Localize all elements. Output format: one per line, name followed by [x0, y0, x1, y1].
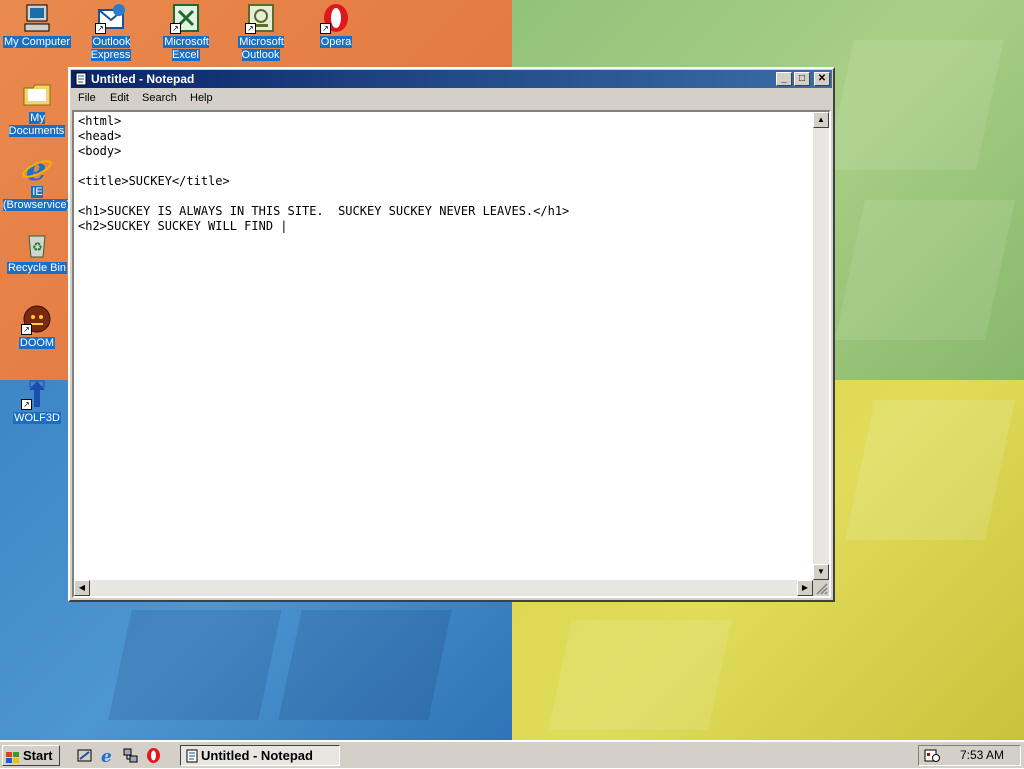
desktop-icon-wolf3d[interactable]: ↗ WOLF3D: [1, 378, 73, 425]
desktop-icon-my-computer[interactable]: My Computer: [1, 2, 73, 49]
desktop-icon-label: DOOM: [18, 337, 56, 349]
desktop-icon-outlook-express[interactable]: ↗ Outlook Express: [75, 2, 147, 62]
wallpaper-pane: [845, 400, 1015, 540]
notepad-icon: [185, 749, 199, 763]
desktop-icon-label: Opera: [319, 36, 353, 48]
desktop-icon-label: Microsoft Excel: [163, 36, 209, 61]
internet-explorer-icon: e: [21, 150, 53, 188]
maximize-button[interactable]: □: [794, 72, 810, 86]
taskbar-notepad-label: Untitled - Notepad: [201, 748, 313, 763]
desktop-icon-label: My Documents: [8, 112, 66, 137]
title-bar[interactable]: Untitled - Notepad _ □ ✕: [71, 70, 832, 88]
desktop-icon-microsoft-excel[interactable]: ↗ Microsoft Excel: [150, 2, 222, 62]
notepad-window[interactable]: Untitled - Notepad _ □ ✕ File Edit Searc…: [68, 67, 835, 602]
editor-content[interactable]: <html> <head> <body> <title>SUCKEY</titl…: [78, 114, 569, 234]
opera-icon[interactable]: [145, 747, 162, 764]
system-tray: 7:53 AM: [918, 745, 1021, 766]
horizontal-scrollbar[interactable]: ◀ ▶: [74, 580, 813, 596]
text-editor[interactable]: <html> <head> <body> <title>SUCKEY</titl…: [72, 110, 831, 598]
resize-grip-icon: [816, 583, 828, 595]
desktop-icon-my-documents[interactable]: My Documents: [1, 78, 73, 138]
arrow-left-icon: ◀: [78, 583, 86, 592]
shortcut-arrow-icon: ↗: [320, 23, 331, 34]
shortcut-arrow-icon: ↗: [95, 23, 106, 34]
desktop-icon-label: IE (Browservice): [2, 186, 72, 211]
menu-edit-label: Edit: [110, 92, 129, 104]
shortcut-arrow-icon: ↗: [21, 324, 32, 335]
desktop-icon-opera[interactable]: ↗ Opera: [300, 2, 372, 49]
menu-file[interactable]: File: [78, 92, 96, 104]
svg-text:♻: ♻: [32, 240, 43, 254]
wallpaper-pane: [826, 40, 1004, 170]
show-desktop-icon[interactable]: [76, 747, 93, 764]
window-title: Untitled - Notepad: [91, 72, 195, 86]
desktop-icon-ie[interactable]: e IE (Browservice): [1, 150, 73, 212]
menu-search[interactable]: Search: [142, 92, 177, 104]
wallpaper-pane: [278, 610, 452, 720]
shortcut-arrow-icon: ↗: [21, 399, 32, 410]
outlook-icon: ↗: [245, 2, 277, 34]
scroll-right-button[interactable]: ▶: [797, 580, 813, 596]
maximize-icon: □: [798, 73, 806, 84]
computer-icon: [21, 2, 53, 34]
desktop-icon-label: My Computer: [2, 36, 72, 48]
desktop-icon-label: WOLF3D: [13, 412, 61, 424]
start-label: Start: [23, 748, 53, 763]
menu-bar: File Edit Search Help: [70, 89, 833, 108]
desktop-icon-doom[interactable]: ↗ DOOM: [1, 303, 73, 350]
menu-search-label: Search: [142, 92, 177, 104]
desktop-icon-microsoft-outlook[interactable]: ↗ Microsoft Outlook: [225, 2, 297, 62]
shortcut-arrow-icon: ↗: [170, 23, 181, 34]
notepad-icon: [74, 72, 88, 86]
wolf3d-icon: ↗: [21, 378, 53, 410]
arrow-right-icon: ▶: [801, 583, 809, 592]
recycle-bin-icon: ♻: [21, 228, 53, 260]
scroll-up-button[interactable]: ▲: [813, 112, 829, 128]
shortcut-arrow-icon: ↗: [245, 23, 256, 34]
close-icon: ✕: [817, 73, 827, 84]
clock[interactable]: 7:53 AM: [960, 746, 1004, 765]
start-button[interactable]: Start: [2, 745, 60, 766]
folder-icon: [21, 78, 53, 110]
menu-file-label: File: [78, 92, 96, 104]
arrow-down-icon: ▼: [817, 567, 825, 576]
menu-edit[interactable]: Edit: [110, 92, 129, 104]
desktop-icon-label: Microsoft Outlook: [238, 36, 284, 61]
svg-text:e: e: [101, 747, 112, 764]
desktop-icon-label: Outlook Express: [90, 36, 132, 61]
desktop-icon-label: Recycle Bin: [6, 262, 68, 274]
tray-scheduler-icon[interactable]: [924, 748, 940, 763]
opera-icon: ↗: [320, 2, 352, 34]
scroll-left-button[interactable]: ◀: [74, 580, 90, 596]
menu-help[interactable]: Help: [190, 92, 213, 104]
close-button[interactable]: ✕: [814, 72, 830, 86]
taskbar-notepad-button[interactable]: Untitled - Notepad: [180, 745, 340, 766]
windows-logo-icon: [6, 750, 20, 763]
wallpaper-pane: [548, 620, 732, 730]
wallpaper-pane: [835, 200, 1015, 340]
arrow-up-icon: ▲: [817, 115, 825, 124]
resize-grip[interactable]: [813, 580, 829, 596]
vertical-scrollbar[interactable]: ▲ ▼: [813, 112, 829, 580]
excel-icon: ↗: [170, 2, 202, 34]
scroll-down-button[interactable]: ▼: [813, 564, 829, 580]
internet-explorer-icon[interactable]: e: [99, 747, 116, 767]
taskbar: Start e Untitled - Notepad 7:53 AM: [0, 740, 1024, 768]
minimize-icon: _: [781, 73, 787, 84]
menu-help-label: Help: [190, 92, 213, 104]
desktop-icon-recycle-bin[interactable]: ♻ Recycle Bin: [1, 228, 73, 275]
doom-icon: ↗: [21, 303, 53, 335]
wallpaper-pane: [108, 610, 282, 720]
outlook-express-icon: ↗: [95, 2, 127, 34]
minimize-button[interactable]: _: [776, 72, 792, 86]
network-icon[interactable]: [122, 747, 139, 764]
